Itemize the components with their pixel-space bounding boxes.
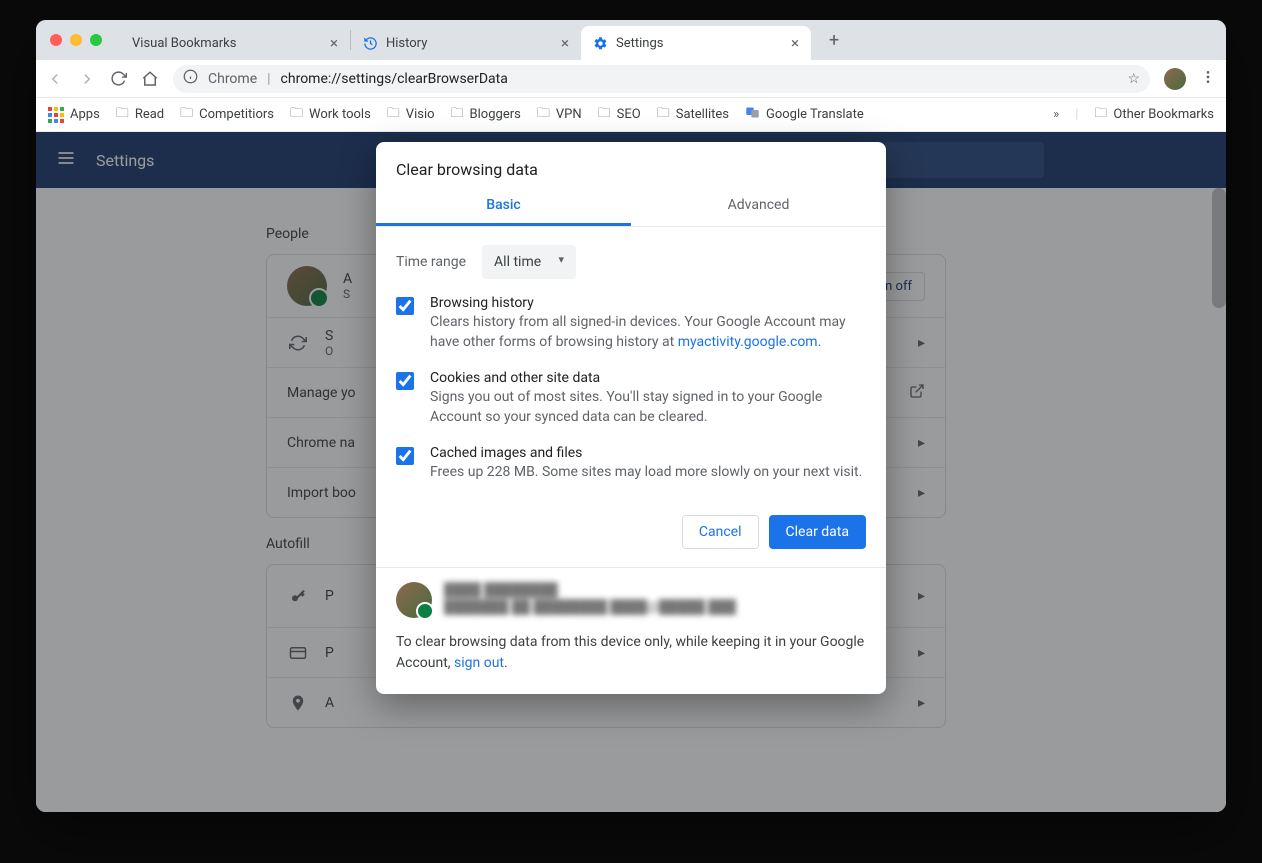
bookmark-label: VPN (556, 107, 582, 122)
bookmark-label: Read (135, 107, 164, 122)
footer-message: To clear browsing data from this device … (396, 632, 866, 674)
content-area: Settings People A S Turn off (36, 132, 1226, 812)
folder-icon: 🗀 (1094, 104, 1107, 126)
account-avatar (396, 582, 432, 618)
dialog-footer: ████ ███████████████ ██ ████████ ████@██… (376, 567, 886, 694)
browser-window: Visual Bookmarks × History × Settings × … (36, 20, 1226, 812)
translate-icon (745, 105, 760, 124)
maximize-window-button[interactable] (90, 34, 102, 46)
tab-label: History (386, 36, 555, 51)
option-cookies: Cookies and other site data Signs you ou… (396, 370, 866, 427)
tab-visual-bookmarks[interactable]: Visual Bookmarks × (120, 26, 350, 60)
folder-icon: 🗀 (657, 104, 670, 126)
time-range-label: Time range (396, 254, 466, 270)
folder-icon: 🗀 (451, 104, 464, 126)
tab-label: Visual Bookmarks (132, 36, 324, 51)
option-description: Signs you out of most sites. You'll stay… (430, 388, 866, 427)
tab-strip: Visual Bookmarks × History × Settings × … (36, 20, 1226, 60)
tab-settings[interactable]: Settings × (581, 26, 811, 60)
browsing-history-checkbox[interactable] (396, 297, 414, 315)
window-controls (50, 34, 102, 46)
sign-out-link[interactable]: sign out (454, 655, 504, 671)
time-range-row: Time range All time (396, 245, 866, 279)
close-window-button[interactable] (50, 34, 62, 46)
bookmark-folder-read[interactable]: 🗀 Read (116, 104, 164, 126)
bookmark-folder-seo[interactable]: 🗀 SEO (598, 104, 641, 126)
bookmark-folder-visio[interactable]: 🗀 Visio (387, 104, 435, 126)
option-description: Frees up 228 MB. Some sites may load mor… (430, 463, 862, 483)
bookmarks-overflow[interactable]: » (1053, 107, 1059, 122)
bookmark-label: Bloggers (470, 107, 521, 122)
apps-shortcut[interactable]: Apps (48, 107, 100, 123)
toolbar: Chrome | chrome://settings/clearBrowserD… (36, 60, 1226, 98)
profile-avatar[interactable] (1164, 68, 1186, 90)
folder-icon: 🗀 (598, 104, 611, 126)
account-info: ████ ███████████████ ██ ████████ ████@██… (396, 582, 866, 618)
bookmark-folder-bloggers[interactable]: 🗀 Bloggers (451, 104, 521, 126)
home-button[interactable] (141, 70, 159, 88)
dialog-title: Clear browsing data (376, 142, 886, 187)
account-details-blurred: ████ ███████████████ ██ ████████ ████@██… (444, 583, 736, 617)
option-browsing-history: Browsing history Clears history from all… (396, 295, 866, 352)
clear-browsing-data-dialog: Clear browsing data Basic Advanced Time … (376, 142, 886, 694)
folder-icon: 🗀 (290, 104, 303, 126)
new-tab-button[interactable]: + (821, 26, 847, 55)
other-bookmarks[interactable]: 🗀 Other Bookmarks (1094, 104, 1214, 126)
option-description: Clears history from all signed-in device… (430, 313, 866, 352)
reload-button[interactable] (110, 70, 127, 87)
bookmark-label: Work tools (309, 107, 371, 122)
clear-data-button[interactable]: Clear data (769, 515, 866, 549)
tab-basic[interactable]: Basic (376, 187, 631, 226)
minimize-window-button[interactable] (70, 34, 82, 46)
history-icon (363, 36, 378, 51)
bookmark-folder-vpn[interactable]: 🗀 VPN (537, 104, 582, 126)
bookmark-label: SEO (617, 107, 641, 122)
bookmark-label: Visio (406, 107, 435, 122)
bookmarks-bar: Apps 🗀 Read 🗀 Competitiors 🗀 Work tools 🗀 Vi… (36, 98, 1226, 132)
bookmark-label: Other Bookmarks (1113, 107, 1214, 122)
tab-label: Settings (616, 36, 785, 51)
bookmark-folder-satellites[interactable]: 🗀 Satellites (657, 104, 729, 126)
myactivity-link[interactable]: myactivity.google.com (678, 334, 818, 350)
cache-checkbox[interactable] (396, 447, 414, 465)
bookmark-star-icon[interactable]: ☆ (1127, 71, 1140, 87)
bookmark-label: Google Translate (766, 107, 864, 122)
option-title: Cookies and other site data (430, 370, 866, 386)
bookmark-folder-competitors[interactable]: 🗀 Competitiors (180, 104, 274, 126)
folder-icon: 🗀 (180, 104, 193, 126)
close-icon[interactable]: × (791, 34, 799, 52)
option-cache: Cached images and files Frees up 228 MB.… (396, 445, 866, 483)
folder-icon: 🗀 (537, 104, 550, 126)
folder-icon: 🗀 (387, 104, 400, 126)
folder-icon: 🗀 (116, 104, 129, 126)
forward-button[interactable] (78, 70, 96, 88)
back-button[interactable] (46, 70, 64, 88)
close-icon[interactable]: × (330, 34, 338, 52)
bookmark-label: Competitiors (199, 107, 274, 122)
cookies-checkbox[interactable] (396, 372, 414, 390)
option-title: Cached images and files (430, 445, 862, 461)
url-separator: | (267, 71, 270, 87)
option-title: Browsing history (430, 295, 866, 311)
cancel-button[interactable]: Cancel (682, 515, 759, 549)
address-bar[interactable]: Chrome | chrome://settings/clearBrowserD… (173, 65, 1150, 93)
tab-history[interactable]: History × (351, 26, 581, 60)
apps-label: Apps (70, 107, 100, 122)
close-icon[interactable]: × (561, 34, 569, 52)
gear-icon (593, 36, 608, 51)
site-info-icon[interactable] (183, 69, 198, 88)
tab-advanced[interactable]: Advanced (631, 187, 886, 226)
url-text: chrome://settings/clearBrowserData (281, 71, 508, 87)
dialog-tabs: Basic Advanced (376, 187, 886, 227)
url-prefix: Chrome (208, 71, 257, 87)
time-range-select[interactable]: All time (482, 245, 576, 279)
bookmark-label: Satellites (676, 107, 729, 122)
dialog-body: Time range All time Browsing history Cle… (376, 227, 886, 483)
apps-icon (48, 107, 64, 123)
bookmark-folder-worktools[interactable]: 🗀 Work tools (290, 104, 371, 126)
bookmark-translate[interactable]: Google Translate (745, 105, 864, 124)
dialog-actions: Cancel Clear data (376, 501, 886, 567)
menu-button[interactable] (1200, 69, 1216, 89)
